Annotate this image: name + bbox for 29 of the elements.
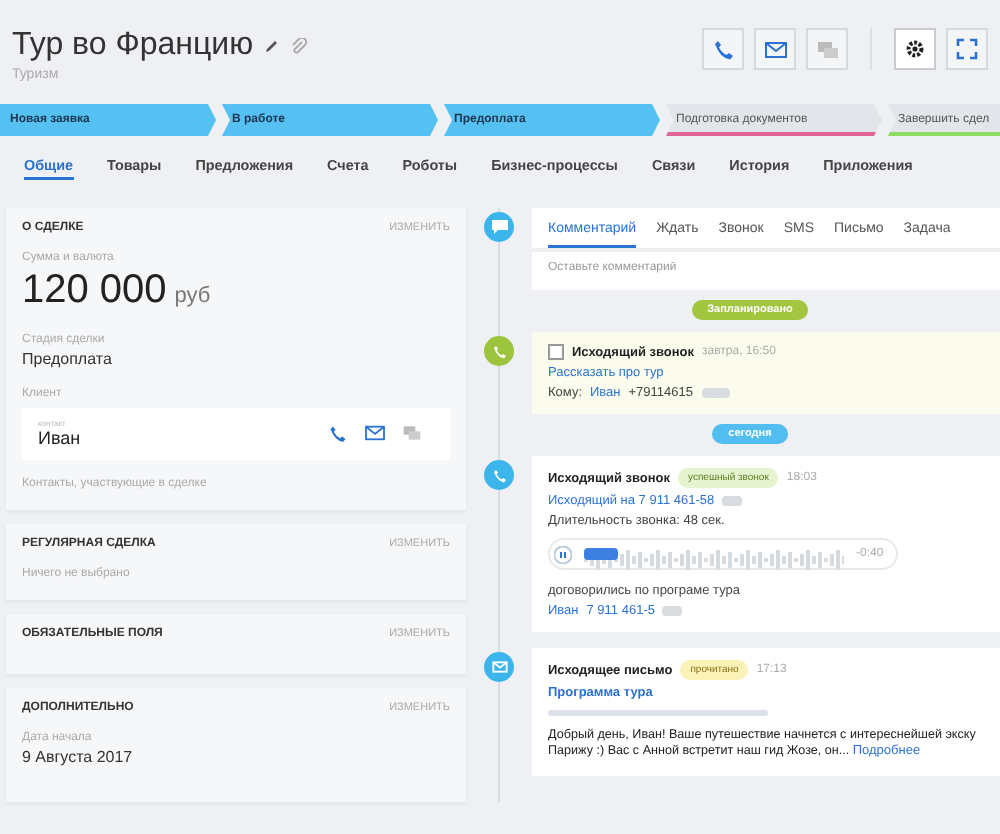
redacted-bar xyxy=(662,606,683,616)
envelope-icon xyxy=(484,652,514,682)
redacted-bar xyxy=(722,496,743,506)
pencil-icon[interactable] xyxy=(263,38,280,54)
email-icon[interactable] xyxy=(364,424,386,442)
paperclip-icon[interactable] xyxy=(289,37,308,55)
currency-label: руб xyxy=(174,284,211,308)
waveform-track[interactable] xyxy=(584,544,844,564)
settings-icon xyxy=(904,38,926,60)
amount-value: 120 000 xyxy=(22,268,167,314)
phone-icon[interactable] xyxy=(328,423,348,443)
contact-name[interactable]: Иван xyxy=(38,428,312,448)
call-button[interactable] xyxy=(702,28,744,70)
comment-icon xyxy=(484,212,514,242)
settings-button[interactable] xyxy=(894,28,936,70)
stage-value: Предоплата xyxy=(22,350,114,368)
envelope-icon xyxy=(763,39,787,59)
phone-icon xyxy=(484,336,514,366)
pause-icon[interactable] xyxy=(554,545,572,563)
email-button[interactable] xyxy=(754,28,796,70)
phone-icon xyxy=(711,37,735,61)
done-checkbox[interactable] xyxy=(548,344,564,360)
field-value: 9 Августа 2017 xyxy=(22,748,135,766)
expand-icon xyxy=(956,38,978,60)
expand-button[interactable] xyxy=(946,28,988,70)
chat-icon xyxy=(815,39,839,59)
phone-icon xyxy=(484,460,514,490)
deal-title: Тур во Францию xyxy=(12,28,254,64)
redacted-bar xyxy=(701,388,729,398)
